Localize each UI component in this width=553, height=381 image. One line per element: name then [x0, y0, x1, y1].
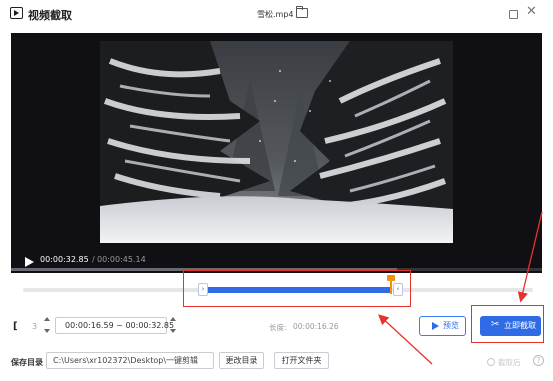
- total-time: 00:00:45.14: [97, 255, 146, 264]
- save-dir-label: 保存目录: [11, 358, 43, 367]
- current-time: 00:00:32.85: [40, 255, 89, 264]
- file-name: 雪松.mp4: [257, 10, 294, 19]
- checkbox-icon[interactable]: [487, 358, 495, 366]
- video-frame[interactable]: [100, 41, 453, 243]
- annotation-highlight-cut-button: [471, 305, 544, 343]
- change-dir-button[interactable]: 更改目录: [219, 352, 264, 369]
- app-logo-icon: [10, 7, 23, 19]
- folder-icon[interactable]: [296, 6, 308, 18]
- start-time-stepper[interactable]: [44, 317, 52, 333]
- annotation-highlight-timeline: [183, 270, 411, 307]
- preview-button-label: 预览: [443, 321, 459, 330]
- time-range-input[interactable]: 00:00:16.59 ~ 00:00:32.85: [55, 317, 174, 334]
- maximize-icon[interactable]: [509, 10, 518, 19]
- chevron-up-icon[interactable]: [170, 317, 176, 321]
- end-time-stepper[interactable]: [170, 317, 178, 333]
- app-title: 视频截取: [28, 9, 72, 22]
- chevron-down-icon[interactable]: [44, 329, 50, 333]
- preview-button[interactable]: 预览: [419, 316, 466, 336]
- save-path-field[interactable]: C:\Users\xr102372\Desktop\一键剪辑: [46, 352, 214, 369]
- play-icon[interactable]: [25, 257, 34, 267]
- bracket-icon: [: [13, 321, 18, 332]
- help-icon[interactable]: ?: [533, 355, 544, 366]
- play-icon: [432, 322, 439, 330]
- chevron-up-icon[interactable]: [44, 317, 50, 321]
- frame-label: 3: [32, 322, 38, 331]
- after-cut-option[interactable]: 截取后: [487, 357, 521, 368]
- duration-label: 长度:: [269, 323, 287, 332]
- after-cut-label: 截取后: [498, 358, 521, 367]
- chevron-down-icon[interactable]: [170, 329, 176, 333]
- close-icon[interactable]: ✕: [526, 5, 537, 18]
- open-folder-button[interactable]: 打开文件夹: [274, 352, 329, 369]
- time-separator: /: [92, 255, 95, 264]
- duration-value: 00:00:16.26: [293, 322, 339, 331]
- video-player[interactable]: 00:00:32.85 / 00:00:45.14: [11, 33, 542, 273]
- snowy-pine-forest-image: [100, 41, 453, 243]
